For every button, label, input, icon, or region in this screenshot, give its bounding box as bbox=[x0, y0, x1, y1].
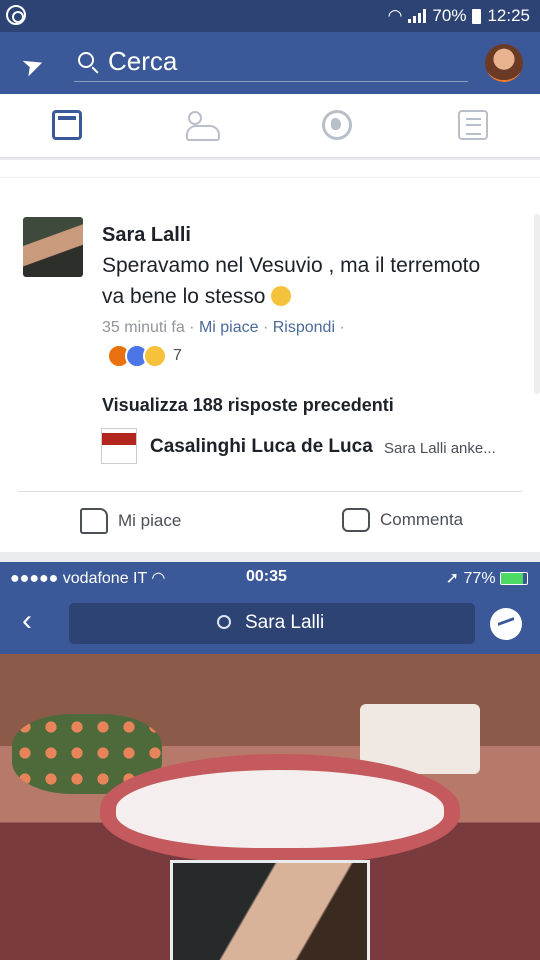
embedded-photo bbox=[0, 654, 540, 960]
battery-icon bbox=[472, 8, 482, 24]
previous-post-edge bbox=[0, 160, 540, 178]
facebook-header: ➤ Cerca bbox=[0, 32, 540, 94]
comment-author[interactable]: Sara Lalli bbox=[102, 224, 191, 247]
reply-preview[interactable]: Sara Lalli anke... bbox=[384, 440, 496, 457]
embedded-carrier: ●●●●● vodafone IT ◠ bbox=[10, 570, 166, 587]
thumbs-up-icon bbox=[80, 508, 108, 534]
app-notification-icon bbox=[6, 5, 26, 25]
search-placeholder: Cerca bbox=[108, 46, 178, 76]
divider bbox=[18, 491, 522, 492]
clock: 12:25 bbox=[487, 6, 530, 25]
embedded-time: 00:35 bbox=[246, 568, 287, 585]
back-chevron-icon: ‹ bbox=[22, 604, 32, 637]
status-bar: ◠ 70% 12:25 bbox=[0, 0, 540, 32]
search-bar[interactable]: Cerca bbox=[74, 44, 468, 82]
globe-icon[interactable] bbox=[322, 110, 352, 140]
reply-author-avatar[interactable] bbox=[101, 428, 137, 464]
news-feed-icon[interactable] bbox=[52, 110, 82, 140]
embedded-search-icon bbox=[217, 615, 231, 629]
embedded-facebook-header: ‹ Sara Lalli bbox=[0, 592, 540, 654]
comment-meta: 35 minuti fa · Mi piace · Rispondi · bbox=[102, 319, 345, 336]
comment-text: Speravamo nel Vesuvio , ma il terremoto … bbox=[102, 250, 482, 312]
reaction-count: 7 bbox=[173, 347, 182, 364]
search-icon bbox=[78, 52, 94, 68]
profile-photo-inset bbox=[170, 860, 370, 960]
friends-icon[interactable] bbox=[186, 110, 220, 141]
heart-shaped-tub bbox=[100, 754, 460, 864]
tab-bar bbox=[0, 94, 540, 158]
commenter-avatar[interactable] bbox=[23, 217, 83, 277]
messenger-icon bbox=[490, 608, 522, 640]
comment-body: Speravamo nel Vesuvio , ma il terremoto … bbox=[102, 254, 481, 308]
embedded-status-bar: ●●●●● vodafone IT ◠ 00:35 ➚ 77% bbox=[0, 562, 540, 592]
like-button[interactable]: Mi piace bbox=[80, 508, 181, 534]
embedded-search-bar: Sara Lalli bbox=[69, 603, 475, 644]
comment-button[interactable]: Commenta bbox=[342, 508, 463, 532]
send-icon[interactable]: ➤ bbox=[17, 47, 48, 84]
wifi-icon: ◠ bbox=[387, 6, 403, 25]
wow-reaction-icon bbox=[143, 344, 167, 368]
scrollbar[interactable] bbox=[534, 214, 540, 394]
reply-author[interactable]: Casalinghi Luca de Luca bbox=[150, 436, 373, 458]
signal-icon bbox=[408, 9, 427, 23]
like-button-label: Mi piace bbox=[118, 511, 182, 530]
comment-reply-link[interactable]: Rispondi bbox=[273, 319, 335, 336]
profile-avatar[interactable] bbox=[485, 44, 523, 82]
view-previous-replies-link[interactable]: Visualizza 188 risposte precedenti bbox=[102, 395, 394, 416]
embedded-search-text: Sara Lalli bbox=[245, 612, 325, 633]
comment-button-label: Commenta bbox=[380, 510, 464, 529]
comment-like-link[interactable]: Mi piace bbox=[199, 319, 259, 336]
reactions-summary[interactable]: 7 bbox=[107, 344, 182, 368]
comment-bubble-icon bbox=[342, 508, 370, 532]
smiley-emoji-icon bbox=[271, 286, 292, 306]
menu-icon[interactable] bbox=[458, 110, 488, 140]
comment-time: 35 minuti fa bbox=[102, 319, 185, 336]
battery-percentage: 70% bbox=[432, 6, 467, 25]
embedded-battery: ➚ 77% bbox=[446, 568, 528, 588]
